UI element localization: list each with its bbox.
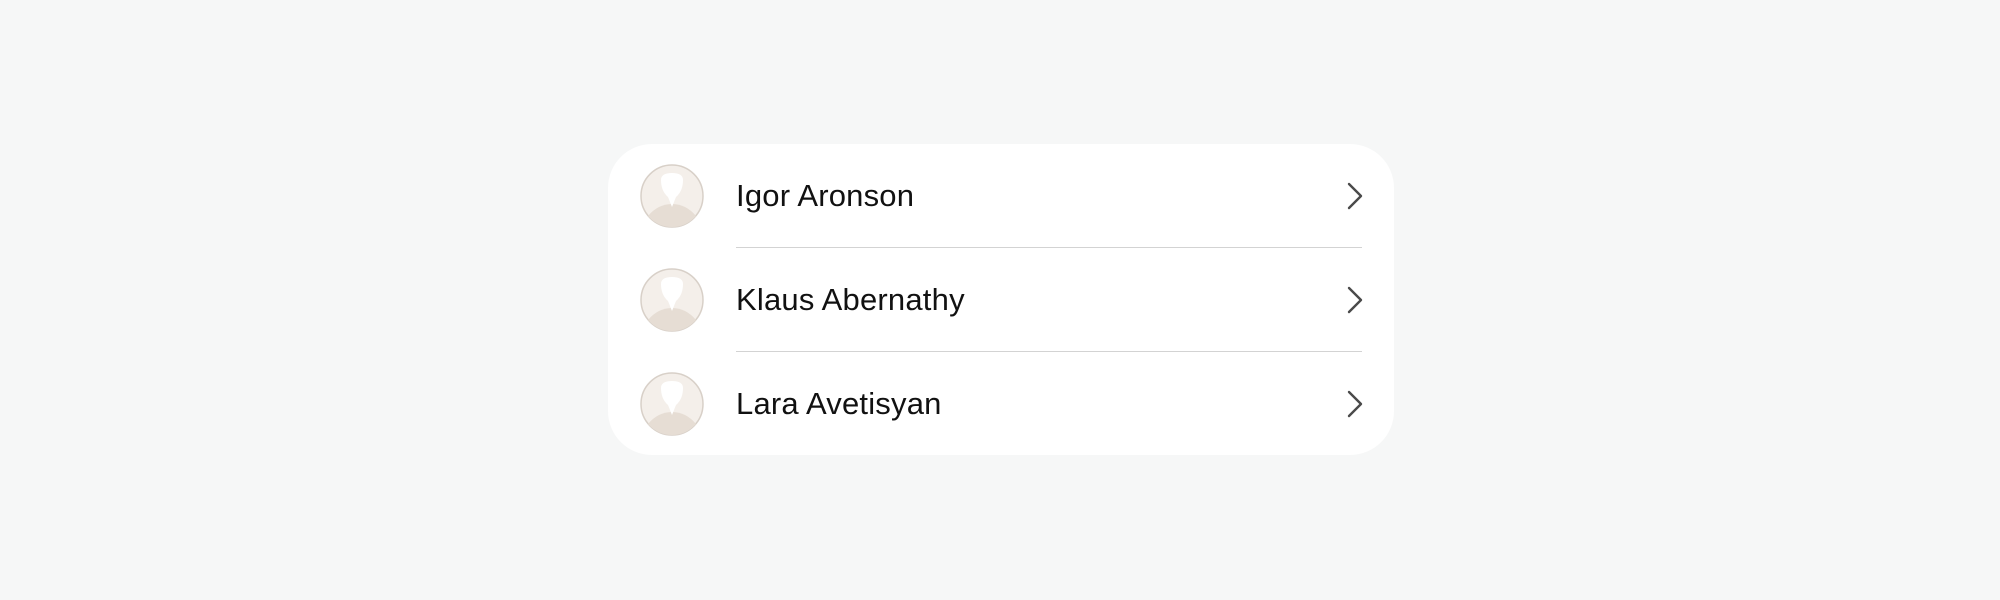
- chevron-right-icon: [1346, 181, 1364, 211]
- contact-row-lara-avetisyan[interactable]: Lara Avetisyan: [608, 352, 1394, 456]
- chevron-right-icon: [1346, 285, 1364, 315]
- contact-name: Igor Aronson: [736, 178, 915, 213]
- contact-row-klaus-abernathy[interactable]: Klaus Abernathy: [608, 248, 1394, 352]
- contact-list-card: Igor Aronson Klaus Abernathy Lara Avetis…: [608, 144, 1394, 455]
- contact-name: Lara Avetisyan: [736, 386, 942, 421]
- person-placeholder-icon: [640, 268, 704, 332]
- person-placeholder-icon: [640, 164, 704, 228]
- person-placeholder-icon: [640, 372, 704, 436]
- chevron-right-icon: [1346, 389, 1364, 419]
- contact-name: Klaus Abernathy: [736, 282, 965, 317]
- contact-row-igor-aronson[interactable]: Igor Aronson: [608, 144, 1394, 248]
